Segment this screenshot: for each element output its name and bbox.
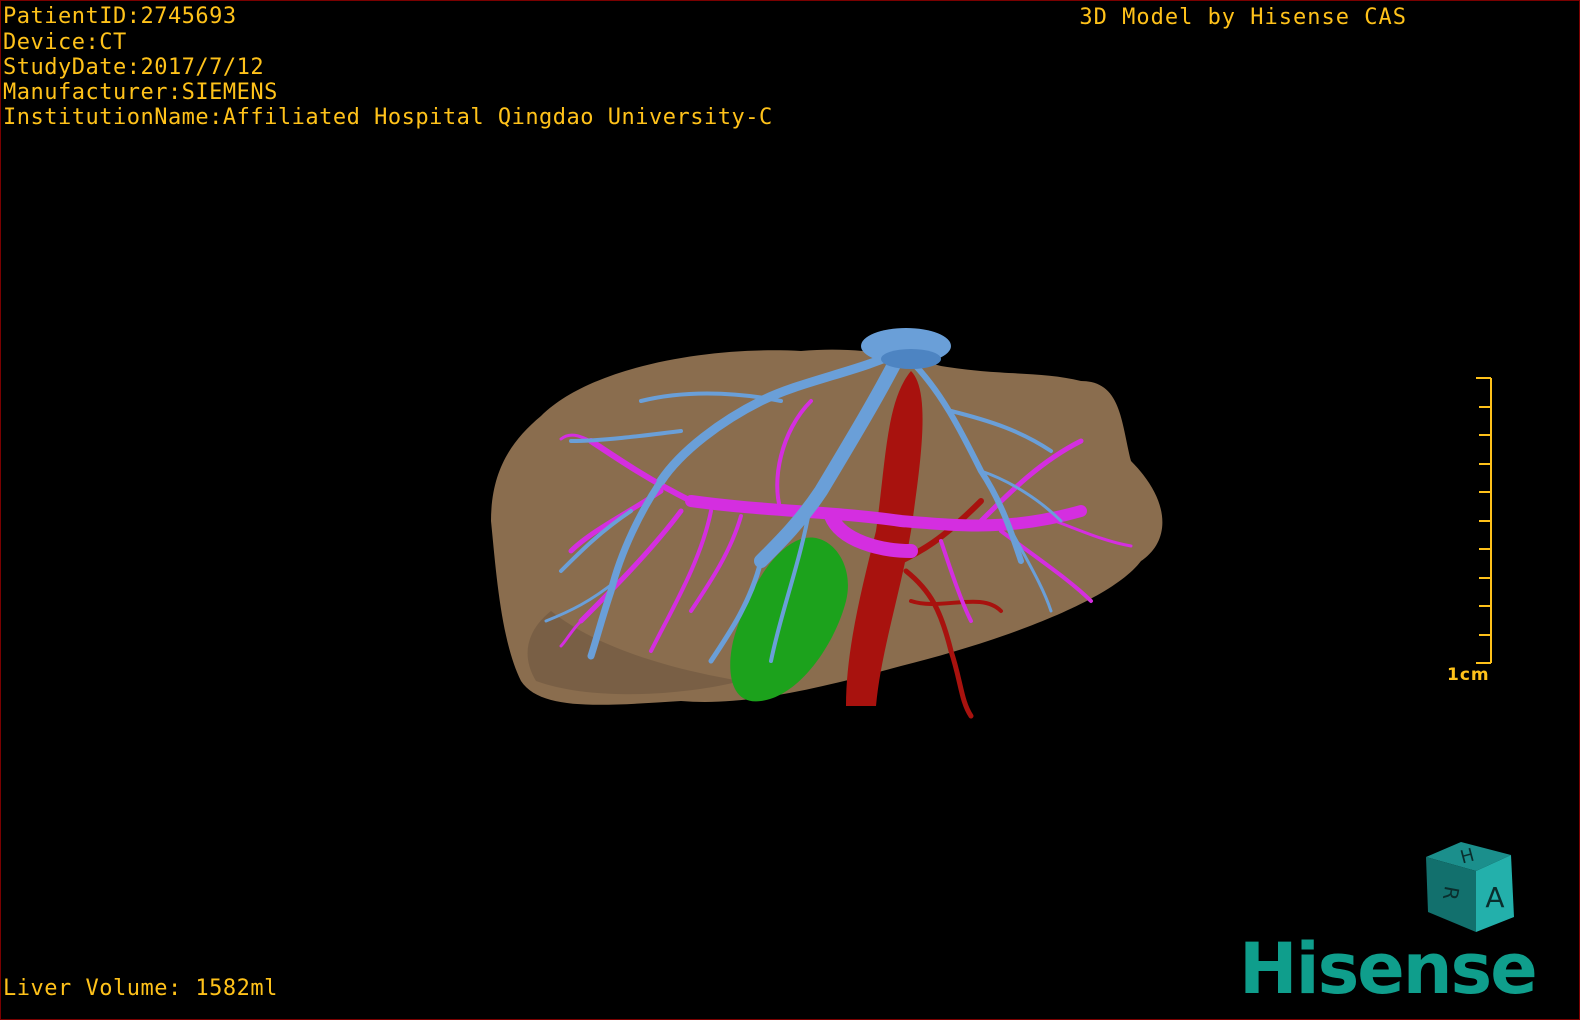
liver-3d-model[interactable] xyxy=(481,311,1201,741)
model-credit-text: 3D Model by Hisense CAS xyxy=(1079,5,1407,30)
hisense-logo: Hisense xyxy=(1239,928,1538,1010)
patient-id-text: PatientID:2745693 xyxy=(3,4,237,29)
scale-bar-label: 1cm xyxy=(1447,665,1490,685)
manufacturer-text: Manufacturer:SIEMENS xyxy=(3,80,278,105)
institution-text: InstitutionName:Affiliated Hospital Qing… xyxy=(3,105,773,130)
device-text: Device:CT xyxy=(3,30,127,55)
liver-volume-text: Liver Volume: 1582ml xyxy=(3,976,278,1001)
scale-bar xyxy=(1476,377,1492,664)
study-date-text: StudyDate:2017/7/12 xyxy=(3,55,265,80)
orientation-cube[interactable]: H R A xyxy=(1416,837,1526,937)
cube-front-label: A xyxy=(1485,881,1504,914)
3d-viewport[interactable]: PatientID:2745693 Device:CT StudyDate:20… xyxy=(0,0,1580,1020)
